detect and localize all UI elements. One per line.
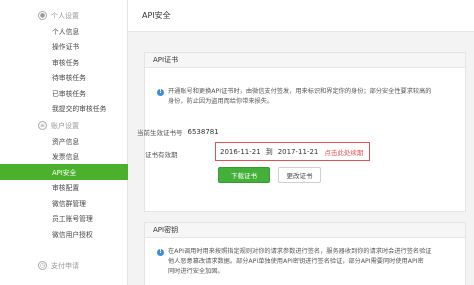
serial-value: 6538781 [187,128,219,136]
cert-info: ! 开通账号和更换API证书时，由微信支付签发，用来标识和界定你的身份；部分安全… [157,87,431,107]
validity-label: 证书有效期 [145,151,178,159]
sidebar-item[interactable]: 发票信息 [0,149,128,165]
info-icon: ! [157,248,164,256]
serial-label: 当前生效证书号 [137,129,183,137]
page-title: API安全 [128,0,474,32]
sidebar-item[interactable]: 资产信息 [0,133,128,149]
user-icon: ● [38,11,47,20]
validity-box: 2016-11-21 到 2017-11-21 点击此处续期 [215,142,370,161]
key-info-line1: 在API调用时用来按照指定规则对你的请求参数进行签名，服务器收到你的请求时会进行… [168,248,432,255]
validity-to: 到 [265,147,273,156]
key-panel: API密钥 ! 在API调用时用来按照指定规则对你的请求参数进行签名，服务器收到… [144,222,466,285]
sidebar-item[interactable]: 微信群管理 [0,195,128,211]
sidebar-item[interactable]: 操作证书 [0,39,128,55]
validity-start: 2016-11-21 [220,147,261,156]
serial-row: 当前生效证书号 6538781 [137,127,219,137]
sidebar: ● 个人设置个人信息 操作证书 审核任务 待审核任务 已审核任务 我提交的审核任务 ≡ 账户设置… [0,0,128,285]
cert-panel-header: API证书 [145,53,465,68]
key-info-line2: 他人恶意篡改请求数据。部分API单独使用API密钥进行签名验证，部分API需要同… [168,258,424,265]
key-info: ! 在API调用时用来按照指定规则对你的请求参数进行签名，服务器收到你的请求时会… [157,247,431,277]
info-icon: ! [157,88,164,96]
cert-panel: API证书 ! 开通账号和更换API证书时，由微信支付签发，用来标识和界定你的身… [137,52,466,212]
download-cert-button[interactable]: 下载证书 [218,167,270,183]
sidebar-group-header[interactable]: ● 个人设置 [0,8,128,23]
sidebar-group: ● 个人设置个人信息 操作证书 审核任务 待审核任务 已审核任务 我提交的审核任务 [0,8,128,116]
key-info-line3: 同时进行安全加固。 [168,268,224,275]
sidebar-group-header[interactable]: ≡ 账户设置 [0,118,128,133]
sidebar-group-title: 账户设置 [51,121,79,130]
sidebar-item[interactable]: 员工账号管理 [0,211,128,227]
sidebar-item[interactable]: 待审核任务 [0,70,128,86]
cert-info-line1: 开通账号和更换API证书时，由微信支付签发，用来标识和界定你的身份；部分安全性要… [168,88,432,95]
sidebar-item[interactable]: 审核任务 [0,54,128,70]
change-cert-button[interactable]: 更改证书 [278,167,321,183]
sidebar-item[interactable]: 审核配置 [0,180,128,196]
sidebar-group: ◷ 支付申请 [0,258,128,273]
sidebar-group: ≡ 账户设置资产信息 发票信息 API安全 审核配置 微信群管理 员工账号管理 微信用户授权 [0,118,128,242]
account-icon: ≡ [38,121,47,130]
sidebar-group-title: 个人设置 [51,11,79,20]
payment-icon: ◷ [38,261,47,270]
sidebar-item[interactable]: 微信用户授权 [0,226,128,242]
renew-link[interactable]: 点击此处续期 [324,147,363,157]
sidebar-item[interactable]: API安全 [0,164,128,180]
sidebar-group-header[interactable]: ◷ 支付申请 [0,258,128,273]
key-panel-header: API密钥 [145,223,465,238]
sidebar-group-title: 支付申请 [51,261,79,270]
sidebar-item[interactable]: 个人信息 [0,23,128,39]
cert-info-line2: 身份，防止因为盗用而给你带来损失。 [168,98,274,105]
sidebar-item[interactable]: 已审核任务 [0,85,128,101]
validity-end: 2017-11-21 [277,147,319,156]
sidebar-item[interactable]: 我提交的审核任务 [0,101,128,117]
